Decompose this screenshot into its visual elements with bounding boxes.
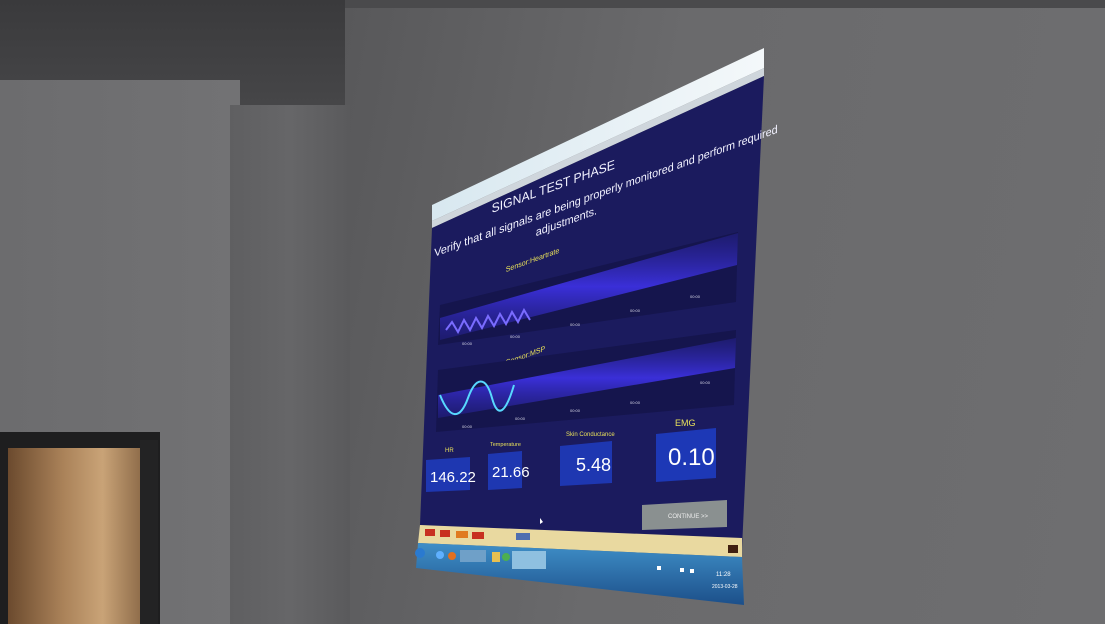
tick-label: 00:00 [510, 334, 521, 339]
continue-button[interactable]: CONTINUE >> [642, 500, 727, 530]
metric-skin-conductance-value: 5.48 [576, 455, 611, 475]
network-icon[interactable] [657, 566, 661, 570]
metric-temperature-label: Temperature [490, 442, 521, 448]
status-button[interactable] [425, 529, 435, 536]
start-orb-icon[interactable] [415, 548, 425, 558]
metric-emg-value: 0.10 [668, 444, 715, 471]
tick-label: 00:00 [515, 416, 526, 421]
tick-label: 00:00 [690, 294, 701, 299]
tick-label: 00:00 [630, 400, 641, 405]
tick-label: 00:00 [630, 308, 641, 313]
continue-button-label: CONTINUE >> [668, 514, 709, 520]
status-button[interactable] [456, 531, 468, 538]
metric-skin-conductance-label: Skin Conductance [566, 432, 615, 438]
folder-icon[interactable] [492, 552, 500, 562]
firefox-icon[interactable] [448, 552, 456, 560]
status-button[interactable] [472, 532, 484, 539]
status-button[interactable] [728, 545, 738, 553]
clock-date: 2013-03-28 [712, 584, 738, 590]
chrome-icon[interactable] [502, 553, 510, 561]
tick-label: 00:00 [570, 408, 581, 413]
tick-label: 00:00 [570, 322, 581, 327]
tick-label: 00:00 [462, 341, 473, 346]
metric-hr-value: 146.22 [430, 469, 476, 486]
taskbar-app-button-active[interactable] [512, 551, 546, 569]
flag-icon[interactable] [690, 569, 694, 573]
ie-icon[interactable] [436, 551, 444, 559]
metric-temperature-value: 21.66 [492, 464, 530, 481]
volume-icon[interactable] [680, 568, 684, 572]
projected-screen: SIGNAL TEST PHASE Verify that all signal… [415, 48, 778, 605]
tick-label: 00:00 [462, 424, 473, 429]
status-button[interactable] [440, 530, 450, 537]
status-button[interactable] [516, 533, 530, 540]
clock-time: 11:28 [716, 572, 731, 578]
metric-emg-label: EMG [675, 418, 696, 428]
tick-label: 00:00 [700, 380, 711, 385]
metric-hr-label: HR [445, 448, 454, 454]
taskbar-app-button[interactable] [460, 550, 486, 562]
